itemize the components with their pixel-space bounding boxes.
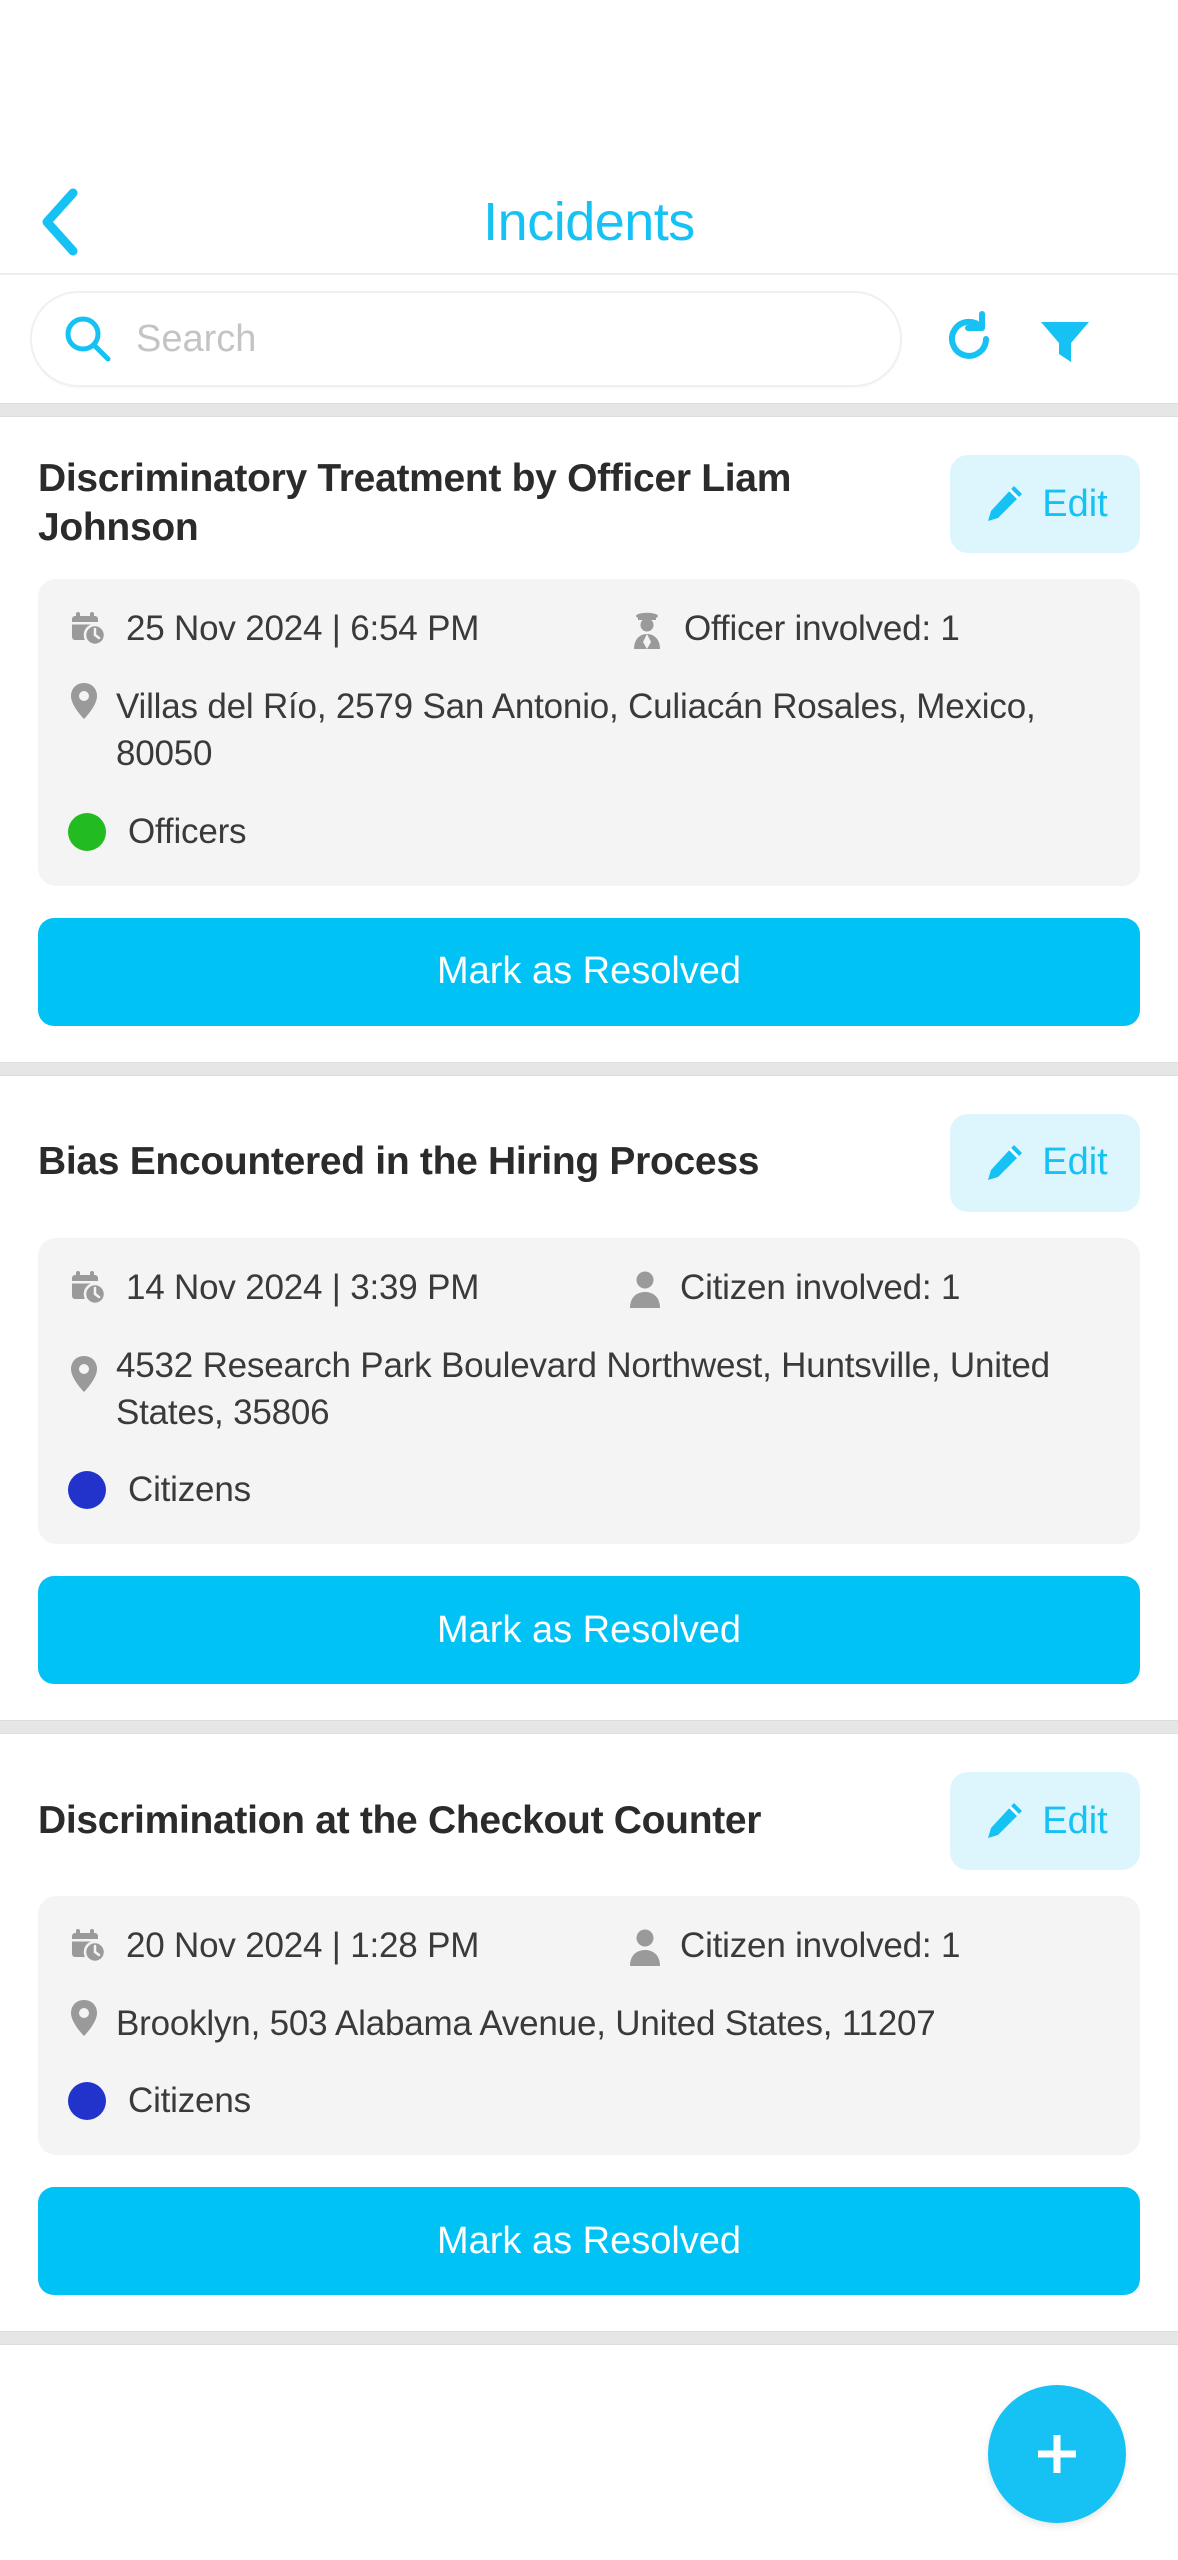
person-icon — [628, 1268, 662, 1308]
status-dot — [68, 1471, 106, 1509]
incident-datetime-text: 25 Nov 2024 | 6:54 PM — [126, 609, 480, 648]
incident-datetime: 25 Nov 2024 | 6:54 PM — [68, 609, 628, 649]
edit-button[interactable]: Edit — [950, 1113, 1140, 1212]
incidents-screen: Incidents Search Discriminatory Treatmen… — [0, 0, 1178, 2560]
status-dot — [68, 812, 106, 851]
chevron-left-icon — [37, 187, 83, 257]
incident-tag: Citizens — [68, 2081, 1110, 2121]
filter-icon — [1036, 310, 1094, 368]
calendar-clock-icon — [68, 1926, 108, 1966]
incident-involved-text: Officer involved: 1 — [684, 609, 960, 648]
mark-as-resolved-button[interactable]: Mark as Resolved — [38, 1576, 1140, 1684]
status-bar-area — [0, 0, 1178, 170]
incident-datetime-text: 14 Nov 2024 | 3:39 PM — [126, 1267, 480, 1307]
incident-header: Discrimination at the Checkout Counter E… — [38, 1734, 1140, 1896]
incident-datetime: 20 Nov 2024 | 1:28 PM — [68, 1926, 628, 1966]
incident-involved-text: Citizen involved: 1 — [680, 1267, 961, 1307]
search-toolbar — [0, 275, 1178, 403]
section-separator — [0, 1061, 1178, 1076]
incident-header: Bias Encountered in the Hiring Process E… — [38, 1076, 1140, 1238]
edit-button[interactable]: Edit — [950, 1772, 1140, 1870]
location-pin-icon — [68, 1340, 100, 1394]
incident-datetime: 14 Nov 2024 | 3:39 PM — [68, 1268, 628, 1308]
incident-tag: Officers — [68, 812, 1110, 852]
incident-tag-text: Officers — [128, 811, 247, 851]
incident-title: Bias Encountered in the Hiring Process — [38, 1140, 760, 1184]
calendar-clock-icon — [68, 609, 108, 649]
refresh-button[interactable] — [926, 291, 1012, 387]
mark-as-resolved-button[interactable]: Mark as Resolved — [38, 917, 1140, 1026]
incident-address: 4532 Research Park Boulevard Northwest, … — [68, 1340, 1110, 1437]
page-title: Incidents — [483, 191, 695, 252]
incident-header: Discriminatory Treatment by Officer Liam… — [38, 417, 1140, 579]
navigation-bar: Incidents — [0, 170, 1178, 275]
section-separator — [0, 403, 1178, 417]
edit-button-label: Edit — [1042, 482, 1108, 525]
section-separator — [0, 1720, 1178, 1734]
incident-address-text: Villas del Río, 2579 San Antonio, Culiac… — [116, 687, 1036, 774]
edit-button-label: Edit — [1042, 1799, 1108, 1842]
incident-title: Discriminatory Treatment by Officer Liam… — [38, 457, 792, 549]
incident-datetime-text: 20 Nov 2024 | 1:28 PM — [126, 1926, 480, 1965]
edit-button[interactable]: Edit — [950, 455, 1140, 553]
pencil-icon — [982, 1141, 1026, 1185]
incident-tag-text: Citizens — [128, 2081, 251, 2121]
incident-involved-text: Citizen involved: 1 — [680, 1926, 961, 1965]
search-box[interactable] — [30, 291, 902, 387]
incident-tag: Citizens — [68, 1470, 1110, 1510]
pencil-icon — [982, 482, 1026, 526]
incident-involved: Citizen involved: 1 — [628, 1268, 960, 1308]
back-button[interactable] — [28, 186, 92, 258]
incident-card: Bias Encountered in the Hiring Process E… — [0, 1075, 1178, 1684]
plus-icon — [1026, 2423, 1088, 2485]
incident-details: 14 Nov 2024 | 3:39 PM Citizen involved: … — [38, 1237, 1140, 1544]
filter-button[interactable] — [1022, 291, 1108, 387]
section-separator — [0, 2331, 1178, 2346]
incident-address: Brooklyn, 503 Alabama Avenue, United Sta… — [68, 1998, 1110, 2047]
refresh-icon — [938, 308, 1000, 370]
location-pin-icon — [68, 1998, 100, 2038]
location-pin-icon — [68, 681, 100, 721]
incident-address-text: Brooklyn, 503 Alabama Avenue, United Sta… — [116, 2004, 936, 2043]
mark-as-resolved-button[interactable]: Mark as Resolved — [38, 2187, 1140, 2296]
incident-meta-row: 20 Nov 2024 | 1:28 PM Citizen involved: … — [68, 1926, 1110, 1966]
incident-title: Discrimination at the Checkout Counter — [38, 1798, 762, 1842]
bottom-area — [0, 2345, 1178, 2560]
person-icon — [628, 1926, 662, 1966]
incident-involved: Citizen involved: 1 — [628, 1926, 960, 1966]
calendar-clock-icon — [68, 1268, 108, 1308]
incident-tag-text: Citizens — [128, 1470, 251, 1509]
incident-address-text: 4532 Research Park Boulevard Northwest, … — [116, 1345, 1050, 1432]
incident-involved: Officer involved: 1 — [628, 609, 960, 649]
add-incident-button[interactable] — [988, 2385, 1126, 2524]
incident-card: Discrimination at the Checkout Counter E… — [0, 1734, 1178, 2296]
status-dot — [68, 2082, 106, 2121]
search-icon — [62, 313, 114, 365]
incident-address: Villas del Río, 2579 San Antonio, Culiac… — [68, 681, 1110, 778]
police-officer-icon — [628, 609, 666, 649]
incident-meta-row: 14 Nov 2024 | 3:39 PM Citizen involved: … — [68, 1268, 1110, 1308]
edit-button-label: Edit — [1042, 1141, 1108, 1183]
incident-details: 20 Nov 2024 | 1:28 PM Citizen involved: … — [38, 1896, 1140, 2156]
incident-card: Discriminatory Treatment by Officer Liam… — [0, 417, 1178, 1026]
incident-meta-row: 25 Nov 2024 | 6:54 PM Officer involved: … — [68, 609, 1110, 649]
incident-details: 25 Nov 2024 | 6:54 PM Officer involved: … — [38, 579, 1140, 886]
pencil-icon — [982, 1799, 1026, 1843]
search-input[interactable] — [136, 317, 870, 361]
